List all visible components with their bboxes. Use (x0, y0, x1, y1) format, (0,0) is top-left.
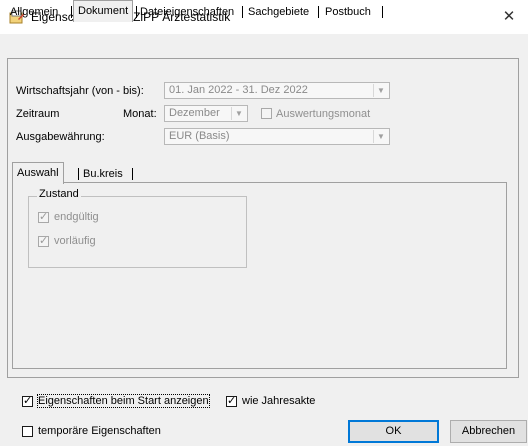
tab-separator (318, 6, 319, 18)
checkmark-icon: ✓ (227, 395, 237, 407)
show-on-start-label: Eigenschaften beim Start anzeigen (37, 394, 210, 408)
fiscal-year-select[interactable]: 01. Jan 2022 - 31. Dez 2022 ▼ (164, 82, 390, 99)
period-label: Zeitraum (16, 108, 60, 120)
cancel-button[interactable]: Abbrechen (450, 420, 527, 443)
evaluation-month-checkbox[interactable] (261, 108, 272, 119)
provisional-label: vorläufig (54, 235, 96, 247)
tab-sachgebiete[interactable]: Sachgebiete (244, 3, 313, 21)
final-label: endgültig (54, 211, 99, 223)
month-value: Dezember (169, 107, 220, 119)
fiscal-year-value: 01. Jan 2022 - 31. Dez 2022 (169, 84, 308, 96)
checkmark-icon: ✓ (39, 211, 49, 223)
status-group (28, 196, 247, 268)
fiscal-year-label: Wirtschaftsjahr (von - bis): (16, 85, 144, 97)
close-icon: ✕ (502, 8, 516, 25)
tab-allgemein[interactable]: Allgemein (6, 3, 62, 21)
checkmark-icon: ✓ (23, 395, 33, 407)
chevron-down-icon: ▼ (373, 84, 388, 97)
tab-separator (382, 6, 383, 18)
tab-dokument[interactable]: Dokument (73, 0, 134, 22)
currency-select[interactable]: EUR (Basis) ▼ (164, 128, 390, 145)
month-select[interactable]: Dezember ▼ (164, 105, 248, 122)
status-group-title: Zustand (37, 188, 81, 200)
like-annual-label: wie Jahresakte (242, 395, 316, 407)
like-annual-checkbox[interactable]: ✓ (226, 395, 237, 407)
final-checkbox[interactable]: ✓ (38, 211, 49, 223)
evaluation-month-label: Auswertungsmonat (276, 108, 371, 120)
provisional-checkbox[interactable]: ✓ (38, 235, 49, 247)
show-on-start-checkbox[interactable]: ✓ (22, 395, 33, 407)
tab-separator (132, 168, 133, 180)
currency-value: EUR (Basis) (169, 130, 230, 142)
temporary-properties-label: temporäre Eigenschaften (38, 425, 161, 437)
checkmark-icon: ✓ (39, 235, 49, 247)
currency-label: Ausgabewährung: (16, 131, 105, 143)
month-label: Monat: (123, 108, 157, 120)
tab-postbuch[interactable]: Postbuch (321, 3, 375, 21)
temporary-properties-checkbox[interactable] (22, 426, 33, 437)
tab-separator (242, 6, 243, 18)
tab-dateieigenschaften[interactable]: Dateieigenschaften (136, 3, 238, 21)
ok-button[interactable]: OK (348, 420, 439, 443)
chevron-down-icon: ▼ (231, 107, 246, 120)
close-button[interactable]: ✕ (498, 6, 520, 28)
tab-auswahl[interactable]: Auswahl (12, 162, 64, 184)
tab-bukreis[interactable]: Bu.kreis (79, 165, 127, 183)
chevron-down-icon: ▼ (373, 130, 388, 143)
tab-separator (71, 6, 72, 18)
